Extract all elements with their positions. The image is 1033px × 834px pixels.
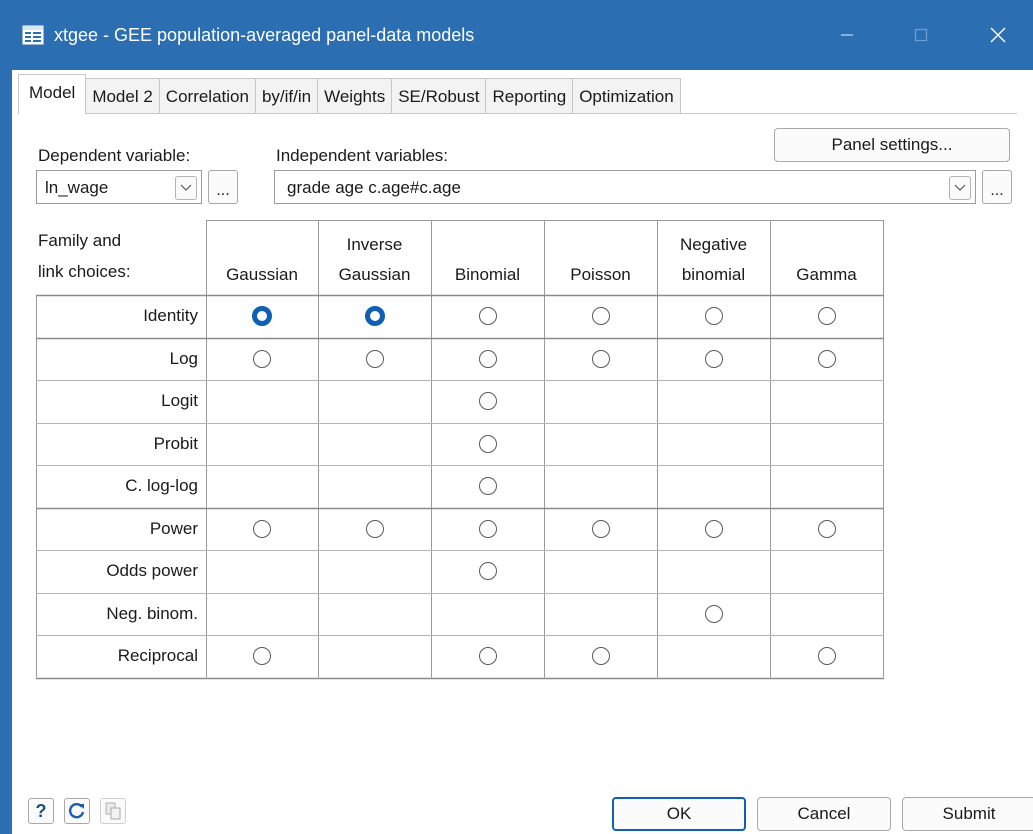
radio-power-poisson[interactable] [591, 519, 610, 538]
dependent-variable-combo[interactable]: ln_wage [36, 170, 202, 204]
radio-c-log-log-binomial[interactable] [478, 477, 497, 496]
independent-variables-label: Independent variables: [276, 146, 449, 165]
column-header-binomial-line1: Negative [679, 235, 748, 254]
column-header-binomial: Binomial [454, 265, 521, 284]
tab-model[interactable]: Model [18, 74, 87, 114]
help-button[interactable]: ? [28, 798, 54, 824]
submit-button[interactable]: Submit [902, 797, 1033, 831]
row-label-c-log-log: C. log-log [125, 476, 198, 495]
tab-se-robust[interactable]: SE/Robust [391, 78, 487, 114]
chevron-down-icon [180, 184, 192, 191]
row-label-power: Power [149, 518, 198, 538]
radio-reciprocal-gamma[interactable] [817, 647, 836, 666]
dependent-variable-label: Dependent variable: [38, 146, 191, 165]
help-icon: ? [35, 800, 47, 821]
radio-logit-binomial[interactable] [478, 392, 497, 411]
tab-correlation[interactable]: Correlation [158, 78, 256, 114]
radio-neg-binom-negative-binomial[interactable] [704, 604, 723, 623]
row-label-reciprocal: Reciprocal [117, 646, 198, 665]
row-label-log: Log [169, 348, 198, 368]
panel-settings-button[interactable]: Panel settings... [774, 128, 1010, 162]
minimize-button[interactable] [812, 0, 882, 70]
cancel-button[interactable]: Cancel [757, 797, 891, 831]
column-header-inverse-gaussian: Gaussian [338, 265, 411, 284]
radio-log-inverse-gaussian[interactable] [365, 349, 384, 368]
independent-variables-value: grade age c.age#c.age [287, 178, 461, 197]
radio-log-gaussian[interactable] [253, 349, 271, 368]
independent-dropdown-button[interactable] [949, 176, 971, 200]
dependent-dropdown-button[interactable] [175, 176, 197, 200]
dependent-variable-browse-button[interactable]: ... [208, 170, 238, 204]
column-header-negative-binomial: binomial [681, 265, 746, 284]
radio-power-inverse-gaussian[interactable] [365, 519, 384, 538]
column-header-gaussian: Gaussian [226, 265, 298, 284]
radio-identity-poisson[interactable] [591, 307, 610, 326]
radio-log-negative-binomial[interactable] [704, 349, 723, 368]
tab-by-if-in[interactable]: by/if/in [254, 78, 319, 114]
row-label-odds-power: Odds power [106, 561, 198, 580]
radio-odds-power-binomial[interactable] [478, 562, 497, 581]
radio-power-binomial[interactable] [478, 519, 497, 538]
tab-divider [18, 113, 1017, 114]
tab-weights[interactable]: Weights [317, 78, 393, 114]
radio-log-poisson[interactable] [591, 349, 610, 368]
family-link-label-line2: link choices: [38, 262, 131, 281]
reset-button[interactable] [64, 798, 90, 824]
independent-variables-combo[interactable]: grade age c.age#c.age [274, 170, 976, 204]
close-icon [990, 27, 1006, 43]
family-link-label-line1: Family and [38, 231, 122, 250]
column-header-gamma: Gamma [796, 265, 857, 284]
minimize-icon [841, 34, 853, 36]
copy-command-button[interactable] [100, 798, 126, 824]
radio-identity-negative-binomial[interactable] [704, 307, 723, 326]
radio-log-gamma[interactable] [817, 349, 836, 368]
radio-power-negative-binomial[interactable] [704, 519, 723, 538]
radio-identity-binomial[interactable] [478, 307, 497, 326]
tab-strip: Model Model 2 Correlation by/if/in Weigh… [18, 74, 681, 114]
column-header-gaussian-line1: Inverse [346, 235, 403, 254]
window-title: xtgee - GEE population-averaged panel-da… [54, 25, 475, 45]
chevron-down-icon [954, 184, 966, 191]
ok-button[interactable]: OK [612, 797, 746, 831]
refresh-icon [68, 802, 85, 819]
title-bar: xtgee - GEE population-averaged panel-da… [0, 0, 1033, 70]
radio-reciprocal-binomial[interactable] [478, 647, 497, 666]
radio-probit-binomial[interactable] [478, 434, 497, 453]
tab-optimization[interactable]: Optimization [572, 78, 681, 114]
radio-power-gamma[interactable] [817, 519, 836, 538]
radio-identity-inverse-gaussian[interactable] [364, 306, 385, 327]
tab-reporting[interactable]: Reporting [485, 78, 574, 114]
row-label-probit: Probit [153, 433, 198, 453]
close-button[interactable] [963, 0, 1033, 70]
radio-power-gaussian[interactable] [253, 519, 271, 538]
dependent-variable-value: ln_wage [45, 178, 109, 197]
maximize-icon [914, 28, 928, 42]
row-label-neg-binom: Neg. binom. [106, 603, 198, 623]
column-header-poisson: Poisson [570, 265, 631, 284]
row-label-identity: Identity [143, 306, 198, 325]
radio-reciprocal-poisson[interactable] [591, 647, 610, 666]
row-label-logit: Logit [161, 391, 198, 410]
dialog-app-icon [22, 25, 44, 45]
radio-identity-gamma[interactable] [817, 307, 836, 326]
radio-log-binomial[interactable] [478, 349, 497, 368]
copy-icon [105, 802, 121, 820]
independent-variables-browse-button[interactable]: ... [982, 170, 1012, 204]
tab-model-2[interactable]: Model 2 [85, 78, 160, 114]
window-left-border [0, 70, 12, 834]
maximize-button[interactable] [886, 0, 956, 70]
